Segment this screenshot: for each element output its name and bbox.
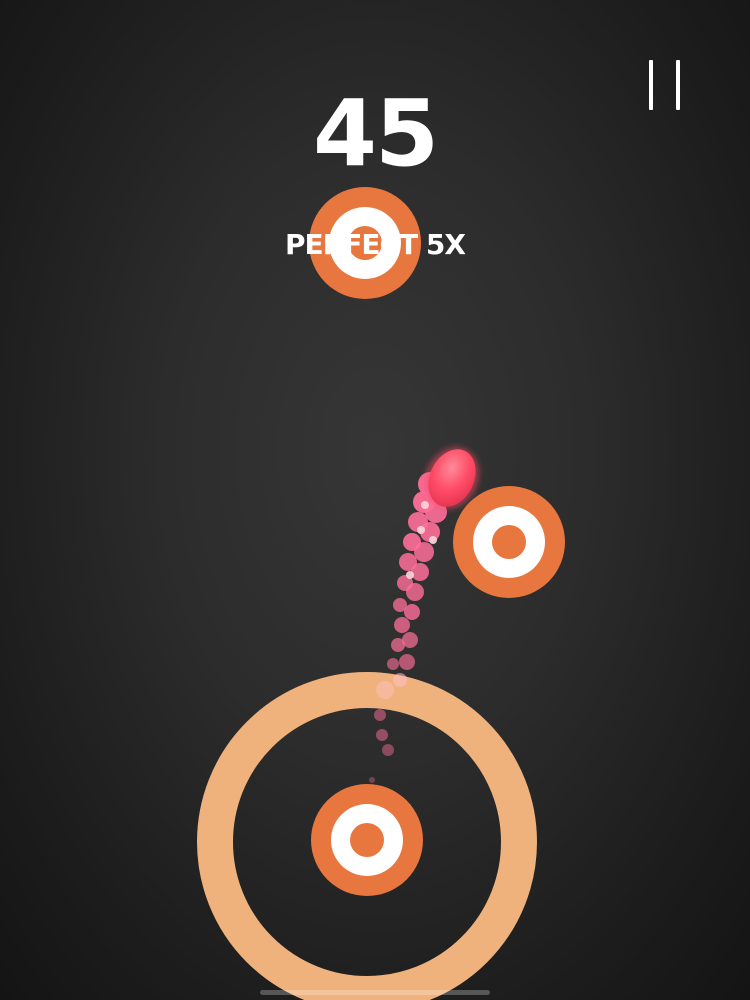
trail-particle <box>421 501 429 509</box>
trail-particle <box>399 654 415 670</box>
trail-particle <box>369 777 375 783</box>
trail-particle <box>417 526 425 534</box>
trail-particle <box>399 553 417 571</box>
combo-label: PERFECT 5X <box>285 228 466 261</box>
trail-particle <box>376 729 388 741</box>
trail-particle <box>387 658 399 670</box>
trail-particle <box>374 709 386 721</box>
trail-particle <box>394 617 410 633</box>
pause-bar-left <box>649 60 653 110</box>
trail-particle <box>393 673 407 687</box>
trail-particle <box>376 681 394 699</box>
trail-particle <box>402 632 418 648</box>
target-right-bullseye <box>492 525 526 559</box>
trail-particle <box>429 536 437 544</box>
pause-bar-right <box>676 60 680 110</box>
pause-button[interactable] <box>640 56 690 112</box>
target-bottom-bullseye <box>350 823 384 857</box>
target-bottom <box>311 784 423 896</box>
score-counter: 45 <box>312 80 439 187</box>
trail-particle <box>406 571 414 579</box>
game-stage[interactable]: 45 PERFECT 5X <box>0 0 750 1000</box>
trail-particle <box>403 533 421 551</box>
trail-particle <box>382 744 394 756</box>
home-indicator[interactable] <box>260 990 490 995</box>
ball-trail <box>369 472 453 783</box>
trail-particle <box>393 598 407 612</box>
target-right <box>453 486 565 598</box>
